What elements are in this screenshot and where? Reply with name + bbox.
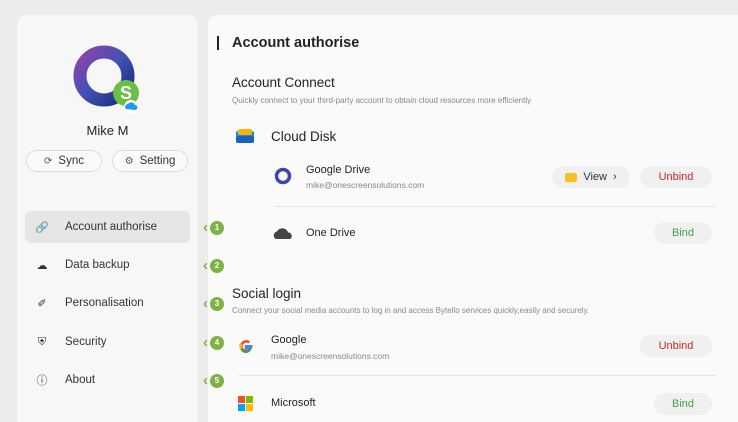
step-marker-4: ‹ 4 xyxy=(203,335,224,350)
chevron-left-icon: ‹ xyxy=(203,257,208,274)
link-icon: 🔗 xyxy=(35,221,49,234)
svg-text:S: S xyxy=(120,83,132,103)
chevron-right-icon: › xyxy=(612,171,617,183)
step-number: 2 xyxy=(210,258,224,273)
one-drive-bind-button[interactable]: Bind xyxy=(654,222,712,244)
step-marker-1: ‹ 1 xyxy=(203,220,224,235)
setting-label: Setting xyxy=(139,155,176,167)
account-connect-description: Quickly connect to your third-party acco… xyxy=(232,96,532,105)
gear-icon: ⚙ xyxy=(124,155,134,167)
sidebar-item-personalisation[interactable]: ✐ Personalisation xyxy=(25,287,190,319)
info-icon: ⓘ xyxy=(36,375,48,387)
view-label: View xyxy=(583,171,607,183)
step-marker-2: ‹ 2 xyxy=(203,258,224,273)
google-icon xyxy=(239,340,253,354)
sidebar-item-label: Personalisation xyxy=(65,297,144,309)
google-email: mike@onescreensolutions.com xyxy=(271,351,390,361)
microsoft-bind-button[interactable]: Bind xyxy=(654,393,712,415)
chevron-left-icon: ‹ xyxy=(203,219,208,236)
main-panel: Account authorise Account Connect Quickl… xyxy=(208,15,738,422)
step-number: 1 xyxy=(210,220,224,235)
sidebar-item-data-backup[interactable]: ☁ Data backup xyxy=(25,249,190,281)
sync-label: Sync xyxy=(58,155,84,167)
one-drive-name: One Drive xyxy=(306,227,356,239)
step-number: 5 xyxy=(210,373,224,388)
divider xyxy=(274,206,716,207)
google-drive-name: Google Drive xyxy=(306,164,371,176)
google-unbind-button[interactable]: Unbind xyxy=(640,335,712,357)
google-name: Google xyxy=(271,334,307,346)
chevron-left-icon: ‹ xyxy=(203,372,208,389)
microsoft-name: Microsoft xyxy=(271,397,316,409)
sidebar-item-security[interactable]: ⛨ Security xyxy=(25,326,190,358)
divider xyxy=(238,375,716,376)
step-number: 4 xyxy=(210,335,224,350)
chevron-left-icon: ‹ xyxy=(203,295,208,312)
step-number: 3 xyxy=(210,296,224,311)
account-connect-title: Account Connect xyxy=(232,75,335,90)
microsoft-icon xyxy=(238,396,253,411)
brush-icon: ✐ xyxy=(37,297,47,310)
avatar[interactable]: S xyxy=(71,43,145,117)
view-button[interactable]: View › xyxy=(552,166,630,188)
step-marker-3: ‹ 3 xyxy=(203,296,224,311)
page-title: Account authorise xyxy=(232,35,360,51)
google-drive-icon xyxy=(274,167,292,185)
sidebar-item-label: Data backup xyxy=(65,259,130,271)
username: Mike M xyxy=(86,123,129,138)
sidebar-item-label: Security xyxy=(65,336,107,348)
sync-icon: ⟳ xyxy=(44,155,53,167)
social-login-description: Connect your social media accounts to lo… xyxy=(232,306,590,315)
one-drive-icon xyxy=(273,228,292,239)
sidebar-item-label: Account authorise xyxy=(65,221,158,233)
sync-button[interactable]: ⟳ Sync xyxy=(26,150,102,172)
folder-icon xyxy=(565,172,578,182)
sidebar-item-label: About xyxy=(65,374,96,386)
chevron-left-icon: ‹ xyxy=(203,334,208,351)
google-drive-email: mike@onescreensolutions.com xyxy=(306,180,425,190)
google-drive-unbind-button[interactable]: Unbind xyxy=(640,166,712,188)
cloud-upload-icon: ☁ xyxy=(36,259,48,272)
cloud-disk-icon xyxy=(236,129,254,143)
sidebar-item-about[interactable]: ⓘ About xyxy=(25,364,190,396)
sidebar-item-account-authorise[interactable]: 🔗 Account authorise xyxy=(25,211,190,243)
setting-button[interactable]: ⚙ Setting xyxy=(112,150,188,172)
title-accent-bar xyxy=(217,36,219,50)
sidebar: S Mike M ⟳ Sync ⚙ Setting 🔗 Account auth… xyxy=(17,15,198,422)
step-marker-5: ‹ 5 xyxy=(203,373,224,388)
social-login-title: Social login xyxy=(232,286,302,301)
cloud-disk-title: Cloud Disk xyxy=(271,129,337,144)
shield-icon: ⛨ xyxy=(37,335,47,348)
